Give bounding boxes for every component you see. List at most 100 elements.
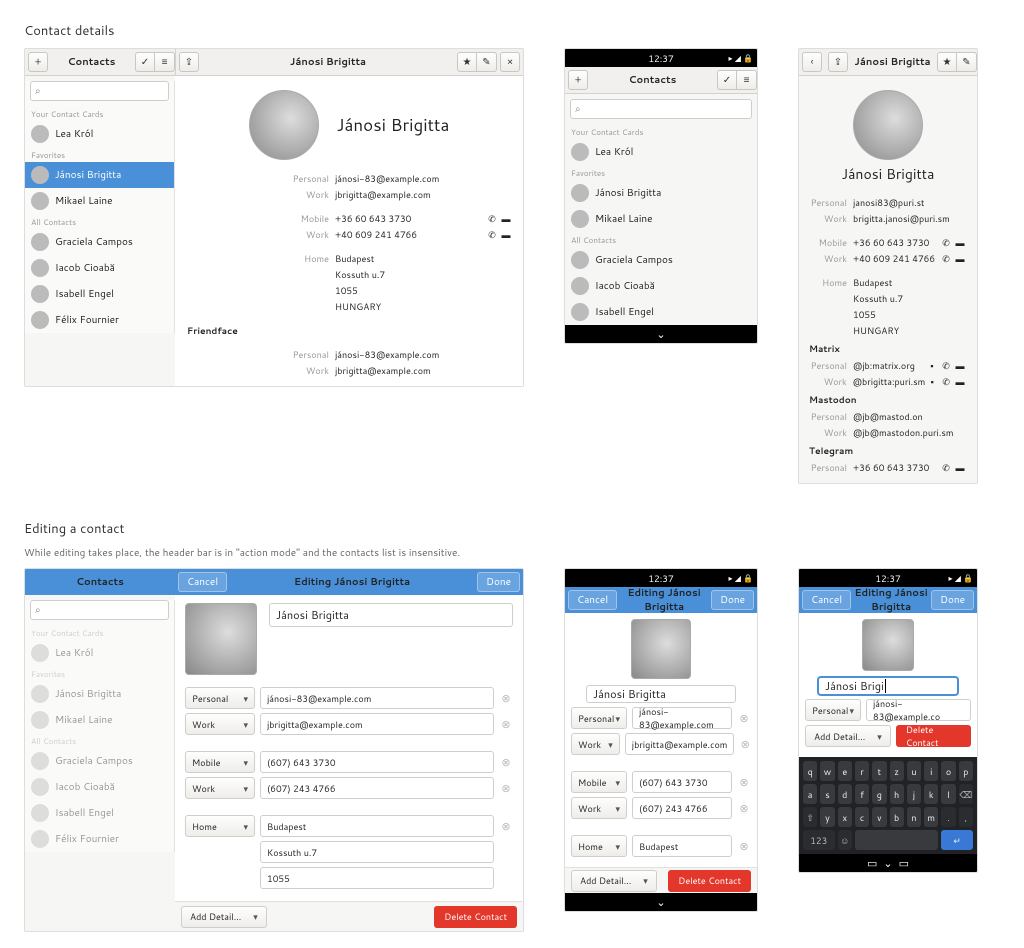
add-detail-button[interactable]: Add Detail... — [805, 725, 891, 747]
name-field[interactable]: Jánosi Brigi — [818, 677, 958, 695]
done-button[interactable]: Done — [477, 572, 520, 592]
key[interactable]: e — [838, 761, 852, 781]
list-item[interactable]: Jánosi Brigitta — [565, 180, 757, 206]
email-field[interactable]: jánosi-83@example.com — [632, 707, 732, 729]
type-select[interactable]: Mobile — [185, 751, 255, 773]
chat-icon[interactable]: ▬ — [953, 252, 967, 265]
key[interactable]: r — [855, 761, 869, 781]
type-select[interactable]: Work — [571, 733, 620, 755]
video-icon[interactable]: ▪ — [925, 375, 939, 388]
email-field[interactable]: jbrigitta@example.com — [625, 733, 735, 755]
key[interactable]: d — [838, 784, 852, 804]
avatar-editable[interactable] — [862, 619, 914, 671]
list-item[interactable]: Mikael Laine — [25, 188, 174, 214]
key[interactable]: l — [941, 784, 955, 804]
search-input[interactable]: ⌕ — [30, 81, 169, 101]
remove-icon[interactable]: ⊗ — [739, 736, 751, 752]
remove-icon[interactable]: ⊗ — [499, 754, 513, 770]
list-item[interactable]: Iacob Cioabă — [25, 255, 174, 281]
key-return[interactable]: ↵ — [941, 830, 973, 850]
add-detail-button[interactable]: Add Detail... — [181, 906, 267, 928]
favorite-button[interactable]: ★ — [937, 52, 957, 72]
key[interactable]: a — [803, 784, 817, 804]
key[interactable]: s — [820, 784, 834, 804]
key-backspace[interactable]: ⌫ — [959, 784, 973, 804]
address-field[interactable]: Budapest — [632, 835, 732, 857]
remove-icon[interactable]: ⊗ — [737, 710, 751, 726]
list-item-selected[interactable]: Jánosi Brigitta — [25, 162, 174, 188]
key[interactable]: q — [803, 761, 817, 781]
list-item[interactable]: Isabell Engel — [565, 299, 757, 325]
key[interactable]: w — [820, 761, 834, 781]
type-select[interactable]: Personal — [805, 699, 861, 721]
type-select[interactable]: Work — [185, 713, 255, 735]
video-icon[interactable]: ▪ — [925, 359, 939, 372]
remove-icon[interactable]: ⊗ — [737, 800, 751, 816]
cancel-button[interactable]: Cancel — [568, 590, 617, 610]
chat-icon[interactable]: ▬ — [953, 236, 967, 249]
call-icon[interactable]: ✆ — [939, 252, 953, 265]
add-button[interactable]: + — [568, 70, 588, 90]
key-comma[interactable]: , — [959, 807, 973, 827]
type-select[interactable]: Work — [571, 797, 627, 819]
phone-field[interactable]: (607) 643 3730 — [632, 771, 732, 793]
list-item[interactable]: Lea Król — [25, 121, 174, 147]
type-select[interactable]: Personal — [185, 687, 255, 709]
list-item[interactable]: Graciela Campos — [25, 229, 174, 255]
edit-button[interactable]: ✎ — [477, 52, 497, 72]
remove-icon[interactable]: ⊗ — [499, 716, 513, 732]
delete-contact-button[interactable]: Delete Contact — [434, 906, 517, 928]
phone-field[interactable]: (607) 243 4766 — [260, 777, 494, 799]
key[interactable]: z — [890, 761, 904, 781]
remove-icon[interactable]: ⊗ — [499, 690, 513, 706]
close-button[interactable]: × — [500, 52, 520, 72]
keyboard-hide-icon[interactable]: ▭ — [867, 855, 877, 871]
key-123[interactable]: 123 — [803, 830, 835, 850]
type-select[interactable]: Mobile — [571, 771, 627, 793]
call-icon[interactable]: ✆ — [939, 236, 953, 249]
remove-icon[interactable]: ⊗ — [499, 780, 513, 796]
key[interactable]: t — [872, 761, 886, 781]
key[interactable]: v — [872, 807, 886, 827]
key-period[interactable]: . — [941, 807, 955, 827]
call-icon[interactable]: ✆ — [485, 228, 499, 241]
remove-icon[interactable]: ⊗ — [737, 774, 751, 790]
key[interactable]: c — [855, 807, 869, 827]
key[interactable]: b — [890, 807, 904, 827]
email-field[interactable]: jánosi-83@example.com — [260, 687, 494, 709]
share-button[interactable]: ⇪ — [828, 52, 848, 72]
key[interactable]: n — [907, 807, 921, 827]
done-button[interactable]: Done — [931, 590, 974, 610]
list-item[interactable]: Mikael Laine — [565, 206, 757, 232]
phone-field[interactable]: (607) 643 3730 — [260, 751, 494, 773]
type-select[interactable]: Personal — [571, 707, 627, 729]
key[interactable]: y — [820, 807, 834, 827]
key[interactable]: j — [907, 784, 921, 804]
search-input[interactable]: ⌕ — [570, 99, 752, 119]
address-field[interactable]: 1055 — [260, 867, 494, 889]
keyboard-icon[interactable]: ▭ — [899, 855, 909, 871]
chat-icon[interactable]: ▬ — [499, 228, 513, 241]
key[interactable]: m — [924, 807, 938, 827]
expand-chevron[interactable]: ⌄ — [883, 855, 892, 871]
delete-contact-button[interactable]: Delete Contact — [668, 870, 751, 892]
avatar-editable[interactable] — [631, 619, 691, 679]
address-field[interactable]: Kossuth u.7 — [260, 841, 494, 863]
menu-button[interactable]: ≡ — [155, 52, 175, 72]
type-select[interactable]: Home — [571, 835, 627, 857]
chat-icon[interactable]: ▬ — [953, 461, 967, 474]
check-button[interactable]: ✓ — [135, 52, 155, 72]
cancel-button[interactable]: Cancel — [802, 590, 851, 610]
share-button[interactable]: ⇪ — [179, 52, 199, 72]
chat-icon[interactable]: ▬ — [953, 375, 967, 388]
call-icon[interactable]: ✆ — [939, 375, 953, 388]
chat-icon[interactable]: ▬ — [499, 212, 513, 225]
check-button[interactable]: ✓ — [717, 70, 737, 90]
key[interactable]: o — [941, 761, 955, 781]
cancel-button[interactable]: Cancel — [178, 572, 227, 592]
key[interactable]: f — [855, 784, 869, 804]
done-button[interactable]: Done — [711, 590, 754, 610]
key[interactable]: u — [907, 761, 921, 781]
key[interactable]: x — [838, 807, 852, 827]
key[interactable]: g — [872, 784, 886, 804]
